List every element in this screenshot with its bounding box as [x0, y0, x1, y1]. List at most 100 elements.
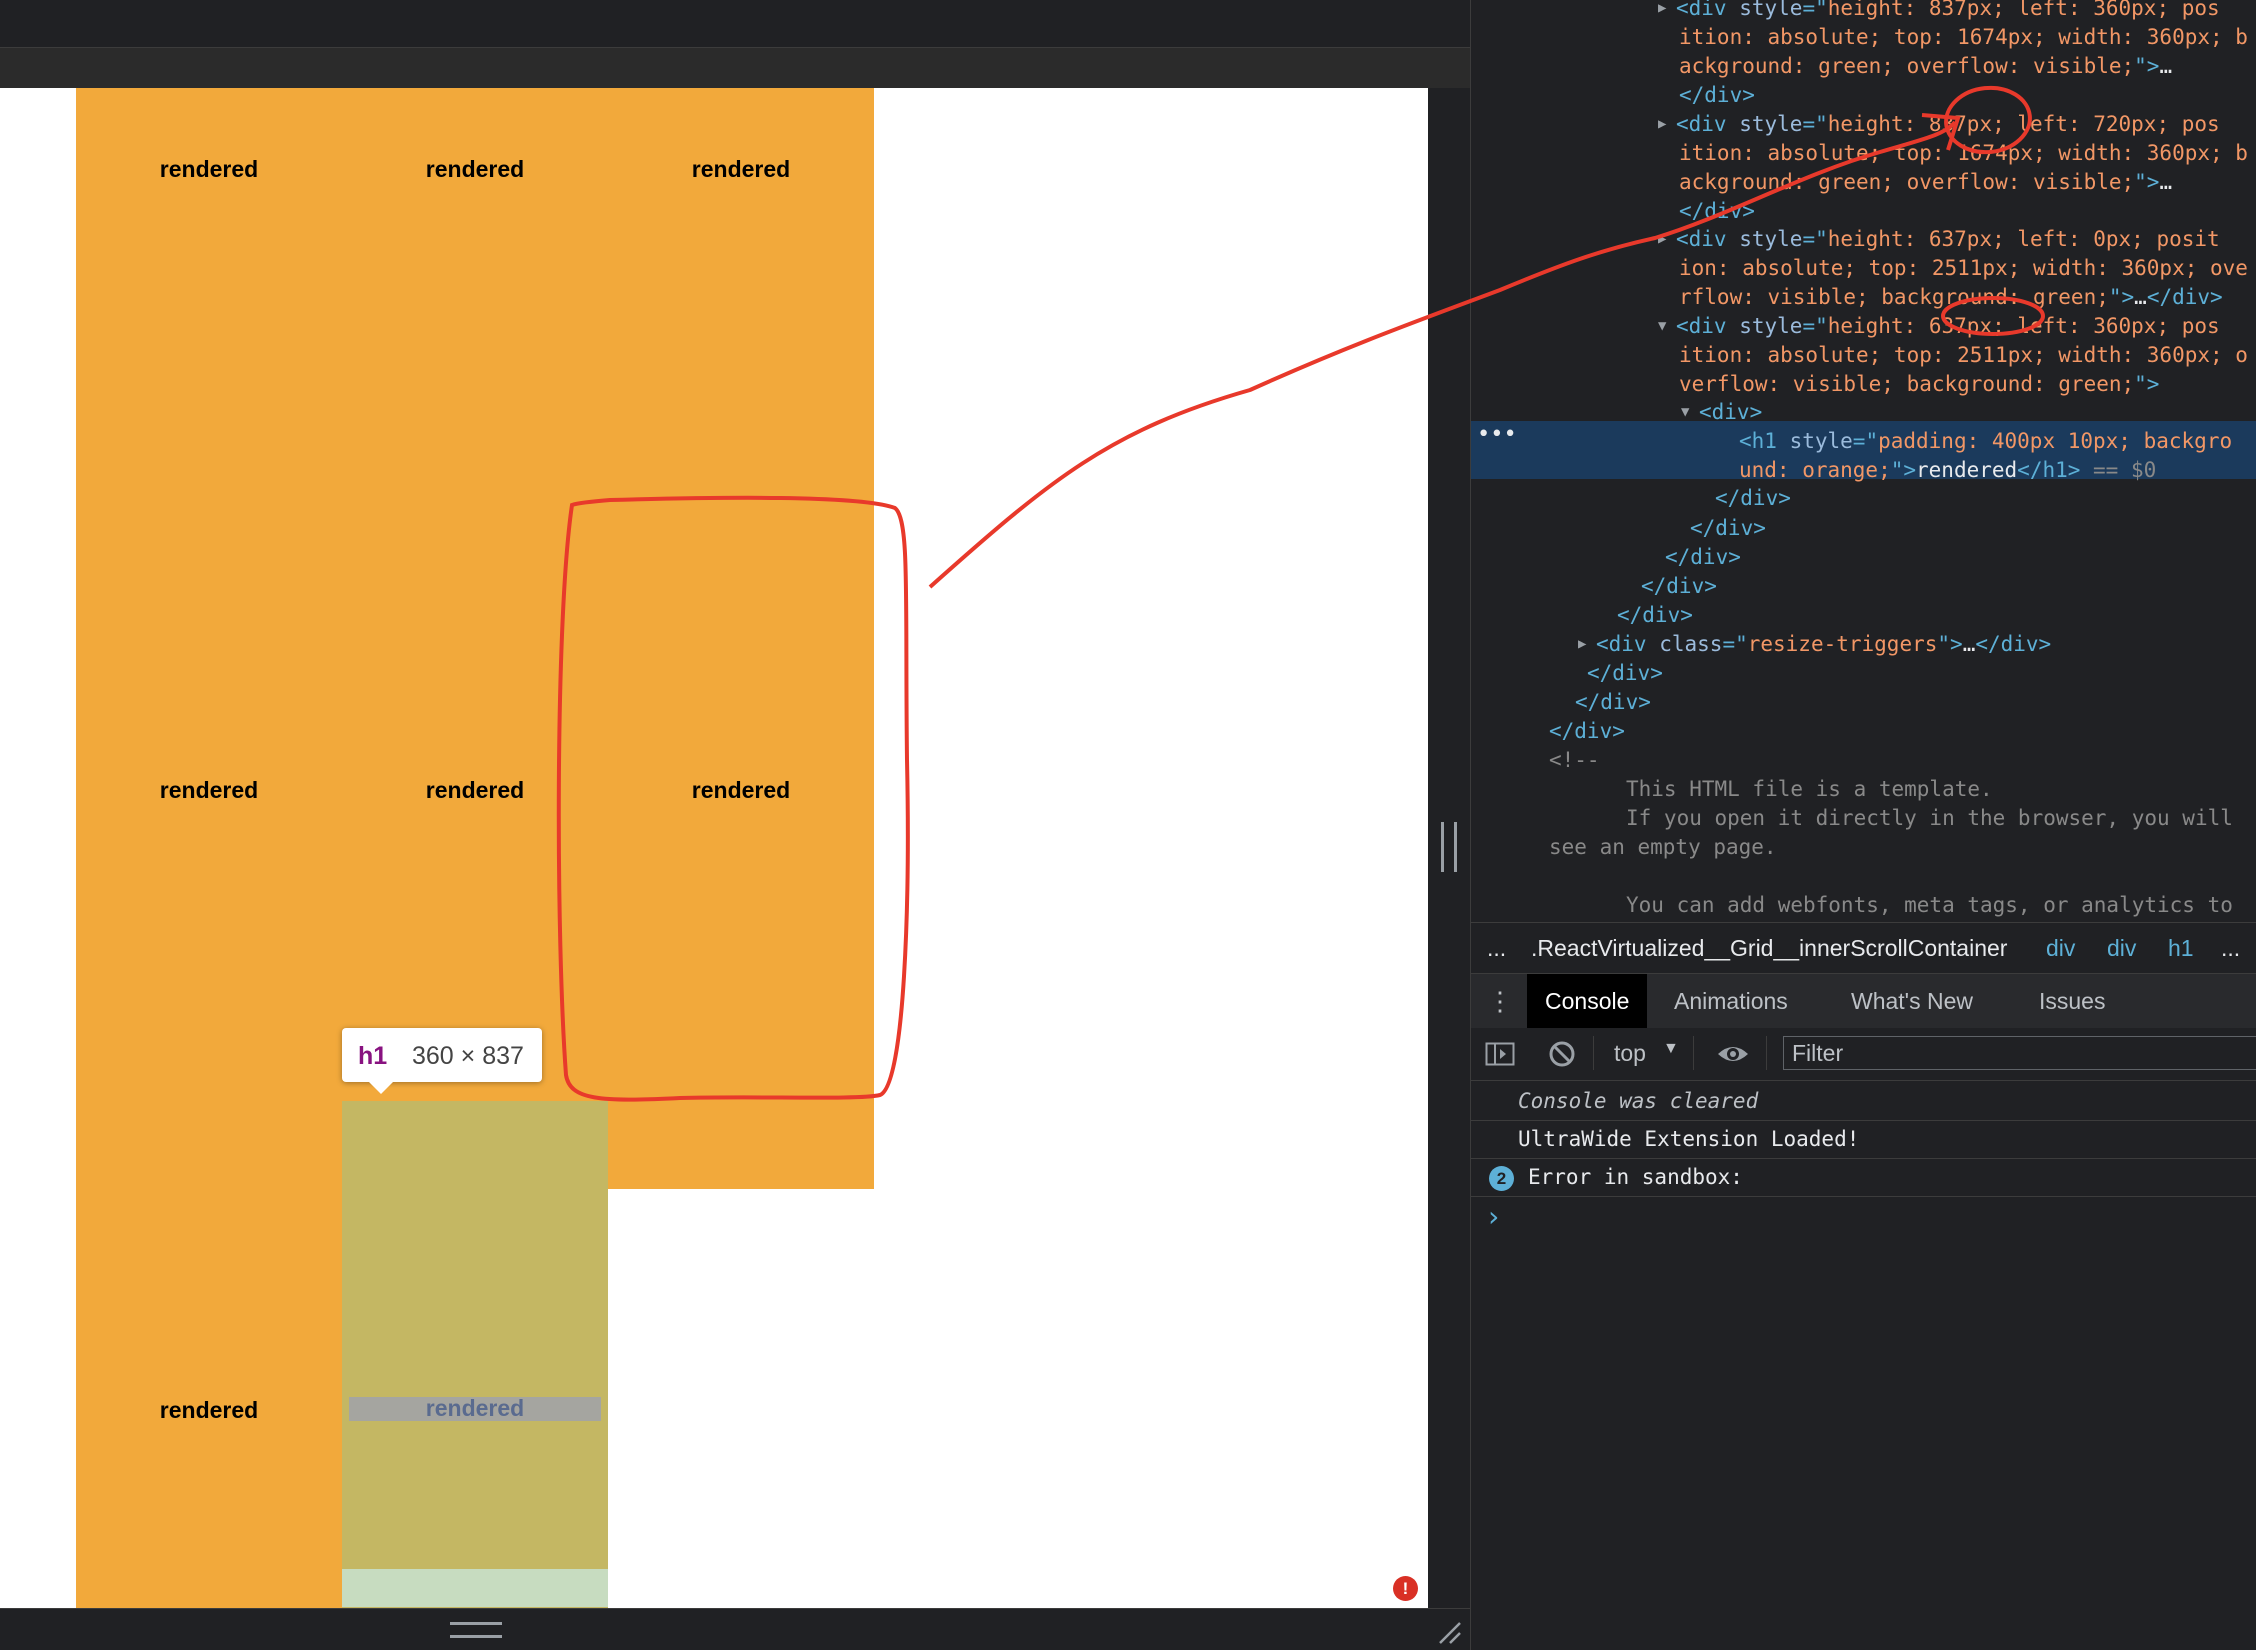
dom-line[interactable]: ▶ <div style="height: 837px; left: 720px;…	[1658, 110, 2220, 139]
dom-line[interactable]: ition: absolute; top: 2511px; width: 360…	[1679, 341, 2248, 370]
dom-token: height: 837px; left: 720px; pos	[1827, 112, 2220, 136]
dom-line[interactable]: see an empty page.	[1549, 833, 1777, 862]
dom-line[interactable]: ▼ <div>	[1681, 398, 1763, 427]
dom-token: If you open it directly in the browser, …	[1626, 806, 2233, 830]
dom-line[interactable]: </div>	[1679, 81, 1755, 110]
breadcrumb-more[interactable]: ...	[1487, 935, 1506, 962]
grid-cell[interactable]: rendered	[342, 88, 608, 709]
dom-line[interactable]: </div>	[1587, 659, 1663, 688]
preview-top-bar	[0, 0, 1470, 48]
sidebar-toggle-icon[interactable]	[1485, 1042, 1515, 1066]
dom-line[interactable]: </div>	[1665, 543, 1741, 572]
dom-line[interactable]: This HTML file is a template.	[1626, 775, 1993, 804]
elements-dom-tree[interactable]: ••• ▶ <div style="height: 837px; left: 36…	[1471, 0, 2256, 922]
expand-triangle-icon[interactable]: ▶	[1658, 0, 1666, 23]
dom-token: rendered	[1916, 458, 2018, 482]
dom-line[interactable]: <h1 style="padding: 400px 10px; backgro	[1739, 427, 2232, 456]
console-filter-input[interactable]	[1783, 1036, 2256, 1070]
vertical-scroll-track[interactable]	[1428, 88, 1470, 1608]
breadcrumb-overflow[interactable]: ...	[2221, 935, 2240, 962]
dom-line[interactable]: </div>	[1679, 197, 1755, 226]
dom-line[interactable]: </div>	[1575, 688, 1651, 717]
dom-token: ition: absolute; top: 2511px; width: 360…	[1679, 343, 2248, 367]
dom-line[interactable]: <!--	[1549, 746, 1600, 775]
clear-console-icon[interactable]	[1548, 1040, 1576, 1068]
dom-line[interactable]: und: orange;">rendered</h1> == $0	[1739, 456, 2156, 485]
dom-token: </h1>	[2017, 458, 2081, 482]
dom-line[interactable]: ▶ <div style="height: 637px; left: 0px; p…	[1658, 225, 2220, 254]
tab-issues[interactable]: Issues	[2039, 974, 2105, 1028]
error-circle-icon[interactable]: !	[1393, 1576, 1418, 1601]
dom-token: height: 637px; left: 0px; posit	[1827, 227, 2220, 251]
dom-line[interactable]: verflow: visible; background: green;">	[1679, 370, 2159, 399]
dom-token: <div	[1596, 632, 1660, 656]
dom-token: <div	[1676, 227, 1740, 251]
dom-line[interactable]: You can add webfonts, meta tags, or anal…	[1626, 891, 2233, 920]
dom-line[interactable]: ackground: green; overflow: visible;">…	[1679, 52, 2172, 81]
dom-token: </div>	[1641, 574, 1717, 598]
highlight-margin-area	[342, 1569, 608, 1607]
dom-token: ="	[1802, 227, 1828, 251]
expand-triangle-icon[interactable]: ▶	[1578, 630, 1586, 659]
breadcrumb-item[interactable]: h1	[2168, 935, 2194, 962]
dom-token: <div>	[1699, 400, 1763, 424]
inspected-element-highlight	[342, 1101, 608, 1608]
expand-triangle-icon[interactable]: ▶	[1658, 225, 1666, 254]
tab-whats-new[interactable]: What's New	[1851, 974, 1973, 1028]
dom-token: </div>	[1665, 545, 1741, 569]
tab-console[interactable]: Console	[1527, 974, 1648, 1028]
grid-cell[interactable]: rendered	[76, 709, 342, 1329]
dom-token: und: orange;	[1739, 458, 1891, 482]
console-prompt[interactable]: ›	[1485, 1200, 1502, 1233]
breadcrumb-item[interactable]: div	[2046, 935, 2075, 962]
resize-corner-icon[interactable]	[1436, 1619, 1462, 1645]
breadcrumb-item[interactable]: div	[2107, 935, 2136, 962]
dom-line[interactable]: </div>	[1715, 484, 1791, 513]
dom-token: ">	[2134, 54, 2160, 78]
page-viewport[interactable]: rendered rendered rendered rendered rend…	[0, 88, 1428, 1608]
grid-cell[interactable]: rendered	[608, 709, 874, 1189]
grid-cell[interactable]: rendered	[76, 88, 342, 709]
console-message: Console was cleared	[1471, 1083, 2256, 1121]
cell-label: rendered	[691, 777, 791, 803]
dom-line[interactable]: ackground: green; overflow: visible;">…	[1679, 168, 2172, 197]
chevron-down-icon[interactable]: ▼	[1663, 1040, 1679, 1058]
dom-line[interactable]: </div>	[1549, 717, 1625, 746]
cell-label: rendered	[159, 156, 259, 182]
tab-animations[interactable]: Animations	[1674, 974, 1788, 1028]
dom-line[interactable]: ▶ <div style="height: 837px; left: 360px;…	[1658, 0, 2220, 23]
inspect-tooltip: h1 360 × 837	[342, 1028, 542, 1082]
dom-token: </div>	[1690, 516, 1766, 540]
error-count-badge: 2	[1489, 1166, 1514, 1191]
toolbar-divider	[1593, 1036, 1594, 1070]
expand-triangle-icon[interactable]: ▶	[1658, 110, 1666, 139]
console-error-group[interactable]: 2 Error in sandbox:	[1471, 1159, 2256, 1197]
dom-line[interactable]: ion: absolute; top: 2511px; width: 360px…	[1679, 254, 2248, 283]
dom-line[interactable]: </div>	[1690, 514, 1766, 543]
dom-token: ="	[1852, 429, 1879, 453]
breadcrumb-item[interactable]: .ReactVirtualized__Grid__innerScrollCont…	[1531, 935, 2007, 962]
pane-splitter-grip-icon[interactable]	[1441, 822, 1457, 872]
context-selector[interactable]: top	[1614, 1040, 1646, 1067]
dom-line[interactable]: ▼ <div style="height: 637px; left: 360px;…	[1658, 312, 2220, 341]
toolbar-divider	[1766, 1036, 1767, 1070]
dom-token: class	[1659, 632, 1723, 656]
grid-cell[interactable]: rendered	[76, 1329, 342, 1608]
drawer-drag-handle-icon[interactable]	[450, 1622, 502, 1638]
dom-line[interactable]: rflow: visible; background: green;">…</d…	[1679, 283, 2223, 312]
dom-line[interactable]: ▶ <div class="resize-triggers">…</div>	[1578, 630, 2051, 659]
dom-line[interactable]: ition: absolute; top: 1674px; width: 360…	[1679, 139, 2248, 168]
console-error-text: Error in sandbox:	[1528, 1165, 1743, 1189]
node-actions-icon[interactable]: •••	[1477, 422, 1517, 447]
expand-triangle-icon[interactable]: ▼	[1681, 398, 1689, 427]
dom-token: ackground: green; overflow: visible;	[1679, 170, 2135, 194]
dom-line[interactable]: If you open it directly in the browser, …	[1626, 804, 2233, 833]
grid-cell[interactable]: rendered	[608, 88, 874, 709]
dom-line[interactable]: ition: absolute; top: 1674px; width: 360…	[1679, 23, 2248, 52]
expand-triangle-icon[interactable]: ▼	[1658, 312, 1666, 341]
dom-line[interactable]: </div>	[1617, 601, 1693, 630]
eye-icon[interactable]	[1716, 1040, 1750, 1068]
dom-line[interactable]: </div>	[1641, 572, 1717, 601]
drawer-menu-icon[interactable]: ⋮	[1487, 974, 1513, 1028]
dom-token: </div>	[1575, 690, 1651, 714]
